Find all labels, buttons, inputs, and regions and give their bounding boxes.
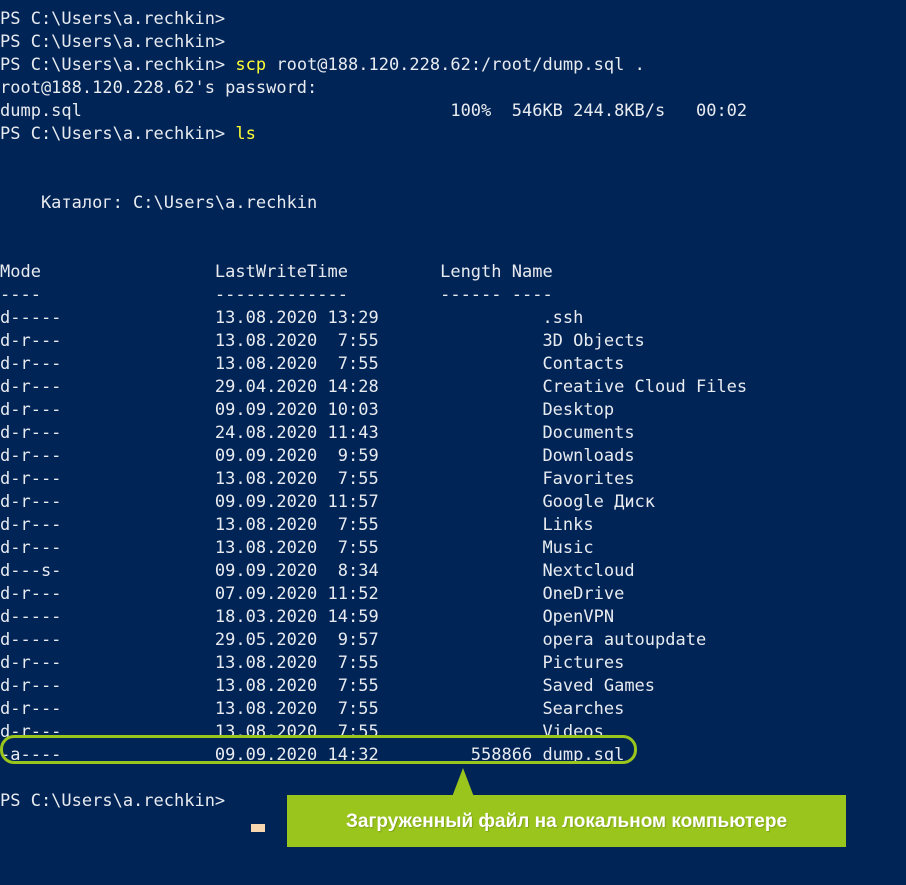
table-row: d-r--- 13.08.2020 7:55 Contacts bbox=[0, 354, 625, 374]
terminal-prompt-line: PS C:\Users\a.rechkin> bbox=[0, 9, 226, 29]
table-row: d----- 18.03.2020 14:59 OpenVPN bbox=[0, 607, 615, 627]
terminal-prompt-line: PS C:\Users\a.rechkin> ls bbox=[0, 124, 256, 144]
terminal-prompt-line: PS C:\Users\a.rechkin> scp root@188.120.… bbox=[0, 55, 645, 75]
table-row: d-r--- 09.09.2020 10:03 Desktop bbox=[0, 400, 615, 420]
annotation-callout: Загруженный файл на локальном компьютере bbox=[287, 795, 846, 847]
callout-arrow-icon bbox=[452, 768, 474, 797]
terminal-screen: PS C:\Users\a.rechkin> PS C:\Users\a.rech… bbox=[0, 8, 906, 813]
table-row: d-r--- 13.08.2020 7:55 Saved Games bbox=[0, 676, 656, 696]
terminal-output-line: ---- ------------- ------ ---- bbox=[0, 285, 553, 305]
terminal-output-line: root@188.120.228.62's password: bbox=[0, 78, 318, 98]
table-row: d-r--- 13.08.2020 7:55 Videos bbox=[0, 722, 604, 742]
powershell-terminal-window[interactable]: PS C:\Users\a.rechkin> PS C:\Users\a.rech… bbox=[0, 0, 906, 885]
terminal-prompt-line: PS C:\Users\a.rechkin> bbox=[0, 32, 226, 52]
terminal-output-line: Каталог: C:\Users\a.rechkin bbox=[0, 193, 318, 213]
table-row: d-r--- 09.09.2020 9:59 Downloads bbox=[0, 446, 635, 466]
terminal-output-line: dump.sql 100% 546KB 244.8KB/s 00:02 bbox=[0, 101, 748, 121]
table-row: d----- 13.08.2020 13:29 .ssh bbox=[0, 308, 584, 328]
table-row: d-r--- 13.08.2020 7:55 Searches bbox=[0, 699, 625, 719]
terminal-output-lines: PS C:\Users\a.rechkin> PS C:\Users\a.rech… bbox=[0, 8, 906, 813]
terminal-output-line: Mode LastWriteTime Length Name bbox=[0, 262, 553, 282]
annotation-callout-text: Загруженный файл на локальном компьютере bbox=[345, 810, 788, 832]
table-row: d-r--- 13.08.2020 7:55 3D Objects bbox=[0, 331, 645, 351]
text-cursor bbox=[251, 824, 265, 832]
table-row: d----- 29.05.2020 9:57 opera autoupdate bbox=[0, 630, 707, 650]
table-row: d-r--- 09.09.2020 11:57 Google Диск bbox=[0, 492, 656, 512]
table-row: d-r--- 13.08.2020 7:55 Music bbox=[0, 538, 594, 558]
table-row: d-r--- 29.04.2020 14:28 Creative Cloud F… bbox=[0, 377, 748, 397]
table-row: d-r--- 07.09.2020 11:52 OneDrive bbox=[0, 584, 625, 604]
table-row: d---s- 09.09.2020 8:34 Nextcloud bbox=[0, 561, 635, 581]
table-row: d-r--- 24.08.2020 11:43 Documents bbox=[0, 423, 635, 443]
table-row-highlighted: -a---- 09.09.2020 14:32 558866 dump.sql bbox=[0, 745, 625, 765]
table-row: d-r--- 13.08.2020 7:55 Favorites bbox=[0, 469, 635, 489]
table-row: d-r--- 13.08.2020 7:55 Pictures bbox=[0, 653, 625, 673]
table-row: d-r--- 13.08.2020 7:55 Links bbox=[0, 515, 594, 535]
